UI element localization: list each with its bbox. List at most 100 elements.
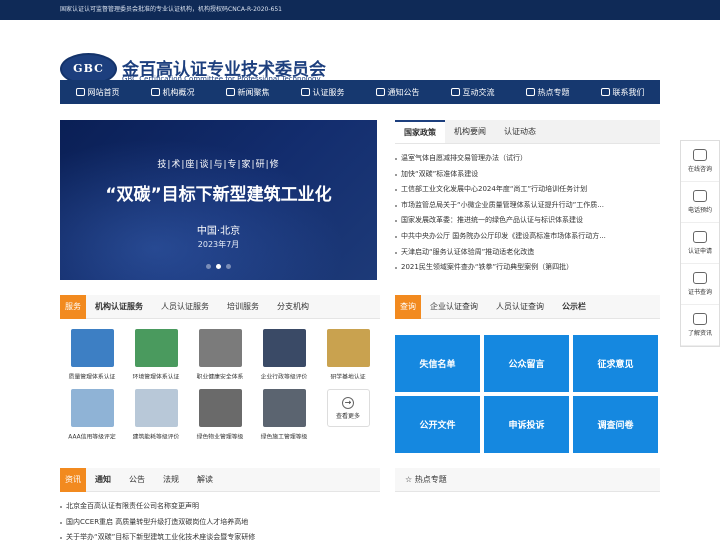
tab-cert-updates[interactable]: 认证动态 [495,120,545,143]
tile-public-message[interactable]: 公众留言 [484,335,569,392]
tile-consultation[interactable]: 征求意见 [573,335,658,392]
float-label: 认证申请 [687,248,712,255]
service-caption: 质量管理体系认证 [68,373,116,381]
service-item[interactable]: 研学基地认证 [316,329,380,381]
nav-item-news[interactable]: 新闻聚焦 [210,80,285,104]
tab-training[interactable]: 培训服务 [218,301,268,312]
nav-item-topics[interactable]: 热点专题 [510,80,585,104]
nav-label: 认证服务 [312,87,345,97]
service-caption: 建筑能耗等级评价 [132,433,180,441]
tab-person-query[interactable]: 人员认证查询 [487,301,553,312]
home-icon [75,88,85,96]
tile-public-files[interactable]: 公开文件 [395,396,480,453]
banner-dot-active[interactable] [216,264,221,269]
info-panel: 资讯 通知 公告 法规 解读 北京金百高认证有限责任公司名称变更声明 国内CCE… [60,467,380,546]
tab-bulletin[interactable]: 公示栏 [553,301,595,312]
info-item[interactable]: 北京金百高认证有限责任公司名称变更声明 [60,499,380,515]
topbar-notice: 国家认证认可监督管理委员会批准的专业认证机构，机构授权码CNCA-R-2020-… [0,0,720,20]
tab-agency-news[interactable]: 机构要闻 [445,120,495,143]
banner-city: 中国·北京 [196,226,241,237]
float-online-consult[interactable]: 在线咨询 [681,141,719,182]
tab-branches[interactable]: 分支机构 [268,301,318,312]
star-icon: ☆ [405,475,415,484]
news-item[interactable]: 加快“双碳”标准体系建设 [395,167,660,183]
hot-topics-panel: ☆ 热点专题 [395,468,660,492]
nav-item-about[interactable]: 机构概况 [135,80,210,104]
view-more-button[interactable]: → 查看更多 [316,389,380,441]
service-caption: AAA信用等级评定 [68,433,116,441]
banner-slide[interactable]: 技|术|座|谈|与|专|家|研|修 “双碳”目标下新型建筑工业化 中国·北京 2… [60,120,377,280]
service-item[interactable]: AAA信用等级评定 [60,389,124,441]
megaphone-icon [225,88,235,96]
service-item[interactable]: 职业健康安全体系 [188,329,252,381]
service-thumbnail [198,389,242,427]
info-tag: 资讯 [60,467,86,492]
nav-item-home[interactable]: 网站首页 [60,80,135,104]
building-icon [150,88,160,96]
banner-title: “双碳”目标下新型建筑工业化 [105,185,332,205]
hot-title[interactable]: 热点专题 [415,474,447,485]
service-item[interactable]: 环境管理体系认证 [124,329,188,381]
query-tiles: 失信名单 公众留言 征求意见 公开文件 申诉投诉 调查问卷 [395,319,660,453]
tab-regulations[interactable]: 法规 [154,474,188,485]
service-thumbnail [70,329,114,367]
tab-person-cert[interactable]: 人员认证服务 [152,301,218,312]
tile-complaints[interactable]: 申诉投诉 [484,396,569,453]
nav-label: 新闻聚焦 [237,87,270,97]
tab-notice[interactable]: 通知 [86,474,120,485]
nav-item-contact[interactable]: 联系我们 [585,80,660,104]
news-item[interactable]: 2021民生领域案件查办“铁拳”行动典型案例（第四批） [395,260,660,276]
policy-news-panel: 国家政策 机构要闻 认证动态 温室气体自愿减排交易管理办法（试行） 加快“双碳”… [395,120,660,280]
service-item[interactable]: 建筑能耗等级评价 [124,389,188,441]
query-tag: 查询 [395,294,421,319]
news-item[interactable]: 国家发展改革委：推进统一的绿色产品认证与标识体系建设 [395,213,660,229]
news-item[interactable]: 市场监管总局关于“小微企业质量管理体系认证提升行动”工作质... [395,198,660,214]
news-item[interactable]: 工信部工业文化发展中心2024年度“尚工”行动培训任务计划 [395,182,660,198]
nav-item-notices[interactable]: 通知公告 [360,80,435,104]
tile-survey[interactable]: 调查问卷 [573,396,658,453]
view-more-label: 查看更多 [335,412,360,420]
nav-item-interaction[interactable]: 互动交流 [435,80,510,104]
services-header: 服务 机构认证服务 人员认证服务 培训服务 分支机构 [60,294,380,319]
qr-code-icon [693,313,707,325]
phone-icon [693,190,707,202]
news-tabs: 国家政策 机构要闻 认证动态 [395,120,660,144]
tab-national-policy[interactable]: 国家政策 [395,120,445,143]
nav-item-services[interactable]: 认证服务 [285,80,360,104]
info-item[interactable]: 国内CCER重启 高质量转型升级打造双碳岗位人才培养高地 [60,515,380,531]
news-item[interactable]: 温室气体自愿减排交易管理办法（试行） [395,151,660,167]
nav-label: 机构概况 [162,87,195,97]
view-more-box: → 查看更多 [326,389,370,427]
float-label: 电话预约 [687,207,712,214]
float-label: 证书查询 [687,289,712,296]
tab-company-query[interactable]: 企业认证查询 [421,301,487,312]
float-cert-apply[interactable]: 认证申请 [681,223,719,264]
nav-label: 网站首页 [87,87,120,97]
float-label: 在线咨询 [687,166,712,173]
tile-blacklist[interactable]: 失信名单 [395,335,480,392]
float-cert-query[interactable]: 证书查询 [681,264,719,305]
service-item[interactable]: 绿色物业管理等级 [188,389,252,441]
tab-org-cert[interactable]: 机构认证服务 [86,301,152,312]
service-caption: 绿色施工管理等级 [260,433,308,441]
mail-icon [375,88,385,96]
service-thumbnail [70,389,114,427]
tab-interpretation[interactable]: 解读 [188,474,222,485]
nav-label: 热点专题 [537,87,570,97]
banner-dot[interactable] [206,264,211,269]
float-phone-booking[interactable]: 电话预约 [681,182,719,223]
news-item[interactable]: 天津启动“服务认证体验周”推动适老化改造 [395,245,660,261]
float-label: 了解资讯 [687,330,712,337]
banner-dot[interactable] [226,264,231,269]
service-item[interactable]: 企业行政等级评价 [252,329,316,381]
info-item[interactable]: 关于举办“双碳”目标下新型建筑工业化技术座谈会暨专家研修 [60,530,380,546]
tab-announcement[interactable]: 公告 [120,474,154,485]
arrow-icon: → [342,396,354,409]
service-item[interactable]: 绿色施工管理等级 [252,389,316,441]
header: GBC 金百高认证专业技术委员会 GBC Certification Commi… [0,20,720,85]
news-item[interactable]: 中共中央办公厅 国务院办公厅印发《建设高标准市场体系行动方... [395,229,660,245]
query-panel: 查询 企业认证查询 人员认证查询 公示栏 失信名单 公众留言 征求意见 公开文件… [395,294,660,453]
float-info[interactable]: 了解资讯 [681,305,719,346]
service-item[interactable]: 质量管理体系认证 [60,329,124,381]
service-thumbnail [262,329,306,367]
